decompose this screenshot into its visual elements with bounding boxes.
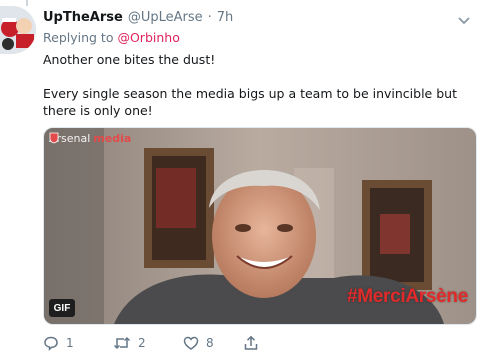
retweet-count: 2 (138, 336, 146, 350)
reply-icon (44, 336, 58, 351)
thread-line (26, 0, 28, 6)
gif-badge: GIF (49, 299, 75, 317)
crest-icon (49, 132, 59, 144)
tweet-time[interactable]: 7h (217, 10, 234, 25)
retweet-icon (113, 336, 131, 350)
retweet-button[interactable]: 2 (113, 335, 183, 351)
arsenal-media-logo: Arsenal media (49, 132, 131, 145)
user-handle[interactable]: @UpLeArse (128, 10, 203, 25)
tweet-text-line: Every single season the media bigs up a … (43, 86, 457, 118)
gif-media[interactable]: Arsenal media GIF #MerciArsène (43, 127, 477, 325)
replying-to-label: Replying to (43, 30, 114, 45)
brand-suffix: media (93, 132, 132, 145)
heart-icon (183, 336, 199, 350)
share-icon (244, 335, 258, 350)
separator-dot: · (207, 9, 212, 25)
reply-count: 1 (66, 336, 74, 350)
like-count: 8 (206, 336, 214, 350)
share-button[interactable] (243, 335, 259, 351)
avatar[interactable] (0, 6, 36, 54)
tweet-text: Another one bites the dust! Every single… (43, 51, 473, 119)
tweet-actions: 1 2 8 (43, 334, 259, 352)
merci-arsene-hashtag: #MerciArsène (346, 286, 468, 307)
tweet-text-line: Another one bites the dust! (43, 52, 216, 67)
tweet-header: UpTheArse @UpLeArse · 7h (43, 8, 450, 26)
replying-to: Replying to @Orbinho (43, 30, 180, 45)
like-button[interactable]: 8 (183, 335, 243, 351)
display-name[interactable]: UpTheArse (43, 10, 123, 25)
chevron-down-icon[interactable] (457, 11, 471, 25)
replying-to-mention[interactable]: @Orbinho (117, 30, 179, 45)
reply-button[interactable]: 1 (43, 335, 113, 351)
